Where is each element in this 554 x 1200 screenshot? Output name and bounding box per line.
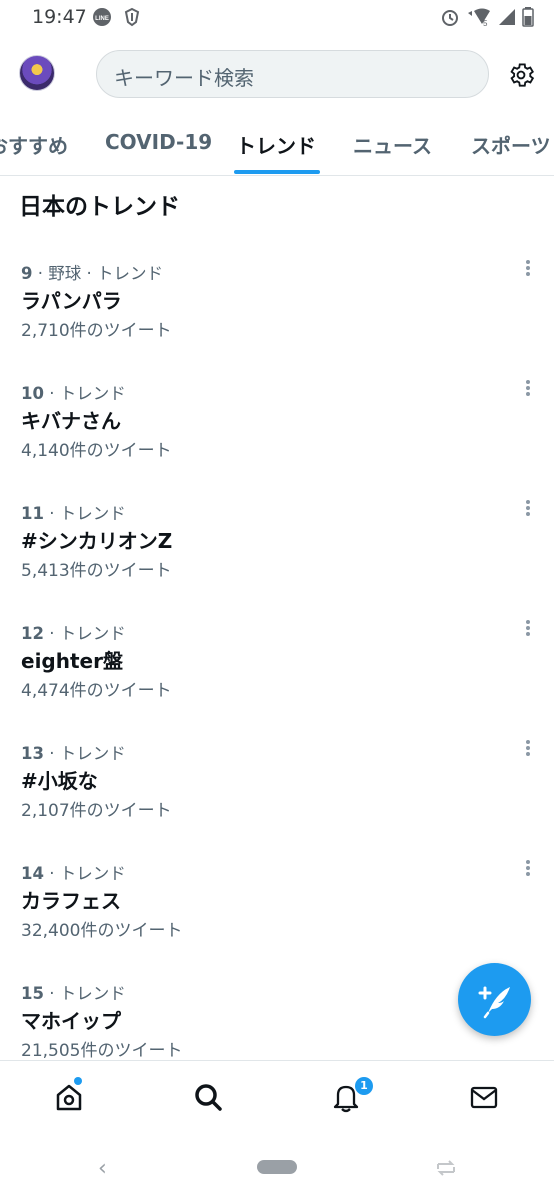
more-options-icon[interactable] (518, 614, 538, 644)
signal-icon (498, 8, 516, 30)
trend-item[interactable]: 10 · トレンド キバナさん 4,140件のツイート (0, 380, 554, 500)
active-tab-indicator (234, 170, 320, 174)
trend-tweet-count: 32,400件のツイート (21, 921, 183, 941)
wifi-icon: 5 (466, 7, 492, 31)
tab-news[interactable]: ニュース (353, 130, 432, 159)
top-bar: キーワード検索 (0, 34, 554, 114)
notification-badge: 1 (355, 1077, 373, 1095)
explore-tabs: おすすめ COVID-19 トレンド ニュース スポーツ (0, 114, 554, 176)
trend-meta: · トレンド (43, 624, 126, 643)
system-nav-bar: ‹ (0, 1138, 554, 1200)
svg-text:LINE: LINE (95, 16, 109, 22)
more-options-icon[interactable] (518, 734, 538, 764)
search-icon[interactable] (192, 1081, 224, 1113)
battery-icon (522, 7, 534, 31)
messages-icon[interactable] (468, 1081, 500, 1113)
app-shield-icon (122, 7, 142, 31)
back-icon[interactable]: ‹ (98, 1156, 107, 1181)
trend-rank: 13 (21, 744, 44, 763)
trend-tweet-count: 5,413件のツイート (21, 561, 172, 581)
search-input[interactable]: キーワード検索 (96, 50, 489, 98)
trend-name: #小坂な (21, 769, 98, 793)
compose-tweet-button[interactable] (458, 963, 531, 1036)
section-title: 日本のトレンド (19, 194, 180, 220)
trend-item[interactable]: 14 · トレンド カラフェス 32,400件のツイート (0, 860, 554, 980)
more-options-icon[interactable] (518, 374, 538, 404)
feather-plus-icon (478, 986, 510, 1019)
tab-trends[interactable]: トレンド (236, 130, 316, 159)
status-bar: 19:47 LINE 5 (0, 0, 554, 34)
rotate-icon[interactable] (434, 1158, 458, 1178)
trend-item[interactable]: 12 · トレンド eighter盤 4,474件のツイート (0, 620, 554, 740)
trend-tweet-count: 21,505件のツイート (21, 1041, 183, 1061)
home-pill[interactable] (257, 1160, 297, 1174)
trend-meta: · トレンド (43, 504, 126, 523)
trend-meta: · トレンド (43, 744, 126, 763)
trend-rank: 9 (21, 264, 33, 283)
more-options-icon[interactable] (518, 254, 538, 284)
search-placeholder: キーワード検索 (114, 66, 254, 90)
trend-rank: 12 (21, 624, 44, 643)
avatar[interactable] (19, 55, 55, 91)
trend-meta: · トレンド (43, 864, 126, 883)
trend-tweet-count: 4,140件のツイート (21, 441, 172, 461)
trend-name: eighter盤 (21, 649, 123, 673)
more-options-icon[interactable] (518, 854, 538, 884)
status-time: 19:47 (32, 6, 87, 28)
settings-gear-icon[interactable] (506, 60, 536, 90)
trend-name: キバナさん (21, 409, 121, 433)
trend-rank: 14 (21, 864, 44, 883)
trend-name: カラフェス (21, 889, 121, 913)
trend-item[interactable]: 9 · 野球 · トレンド ラパンパラ 2,710件のツイート (0, 260, 554, 380)
trend-meta: · トレンド (43, 384, 126, 403)
bottom-nav: 1 (0, 1060, 554, 1138)
home-unread-dot (74, 1077, 82, 1085)
home-icon[interactable] (53, 1081, 85, 1113)
trend-rank: 10 (21, 384, 44, 403)
trend-name: ラパンパラ (21, 289, 122, 313)
trend-meta: · トレンド (43, 984, 126, 1003)
trend-tweet-count: 4,474件のツイート (21, 681, 172, 701)
tab-covid19[interactable]: COVID-19 (105, 130, 212, 154)
trend-meta: · 野球 · トレンド (32, 264, 163, 283)
trend-item[interactable]: 11 · トレンド #シンカリオンZ 5,413件のツイート (0, 500, 554, 620)
trend-item[interactable]: 13 · トレンド #小坂な 2,107件のツイート (0, 740, 554, 860)
trend-rank: 15 (21, 984, 44, 1003)
line-icon: LINE (92, 7, 112, 31)
svg-text:5: 5 (483, 19, 488, 27)
trend-name: #シンカリオンZ (21, 529, 173, 553)
more-options-icon[interactable] (518, 494, 538, 524)
tab-recommended[interactable]: おすすめ (0, 130, 68, 159)
trend-tweet-count: 2,107件のツイート (21, 801, 172, 821)
trend-tweet-count: 2,710件のツイート (21, 321, 172, 341)
trend-name: マホイップ (21, 1009, 121, 1033)
tab-sports[interactable]: スポーツ (471, 130, 551, 159)
trend-rank: 11 (21, 504, 44, 523)
alarm-icon (440, 7, 460, 31)
